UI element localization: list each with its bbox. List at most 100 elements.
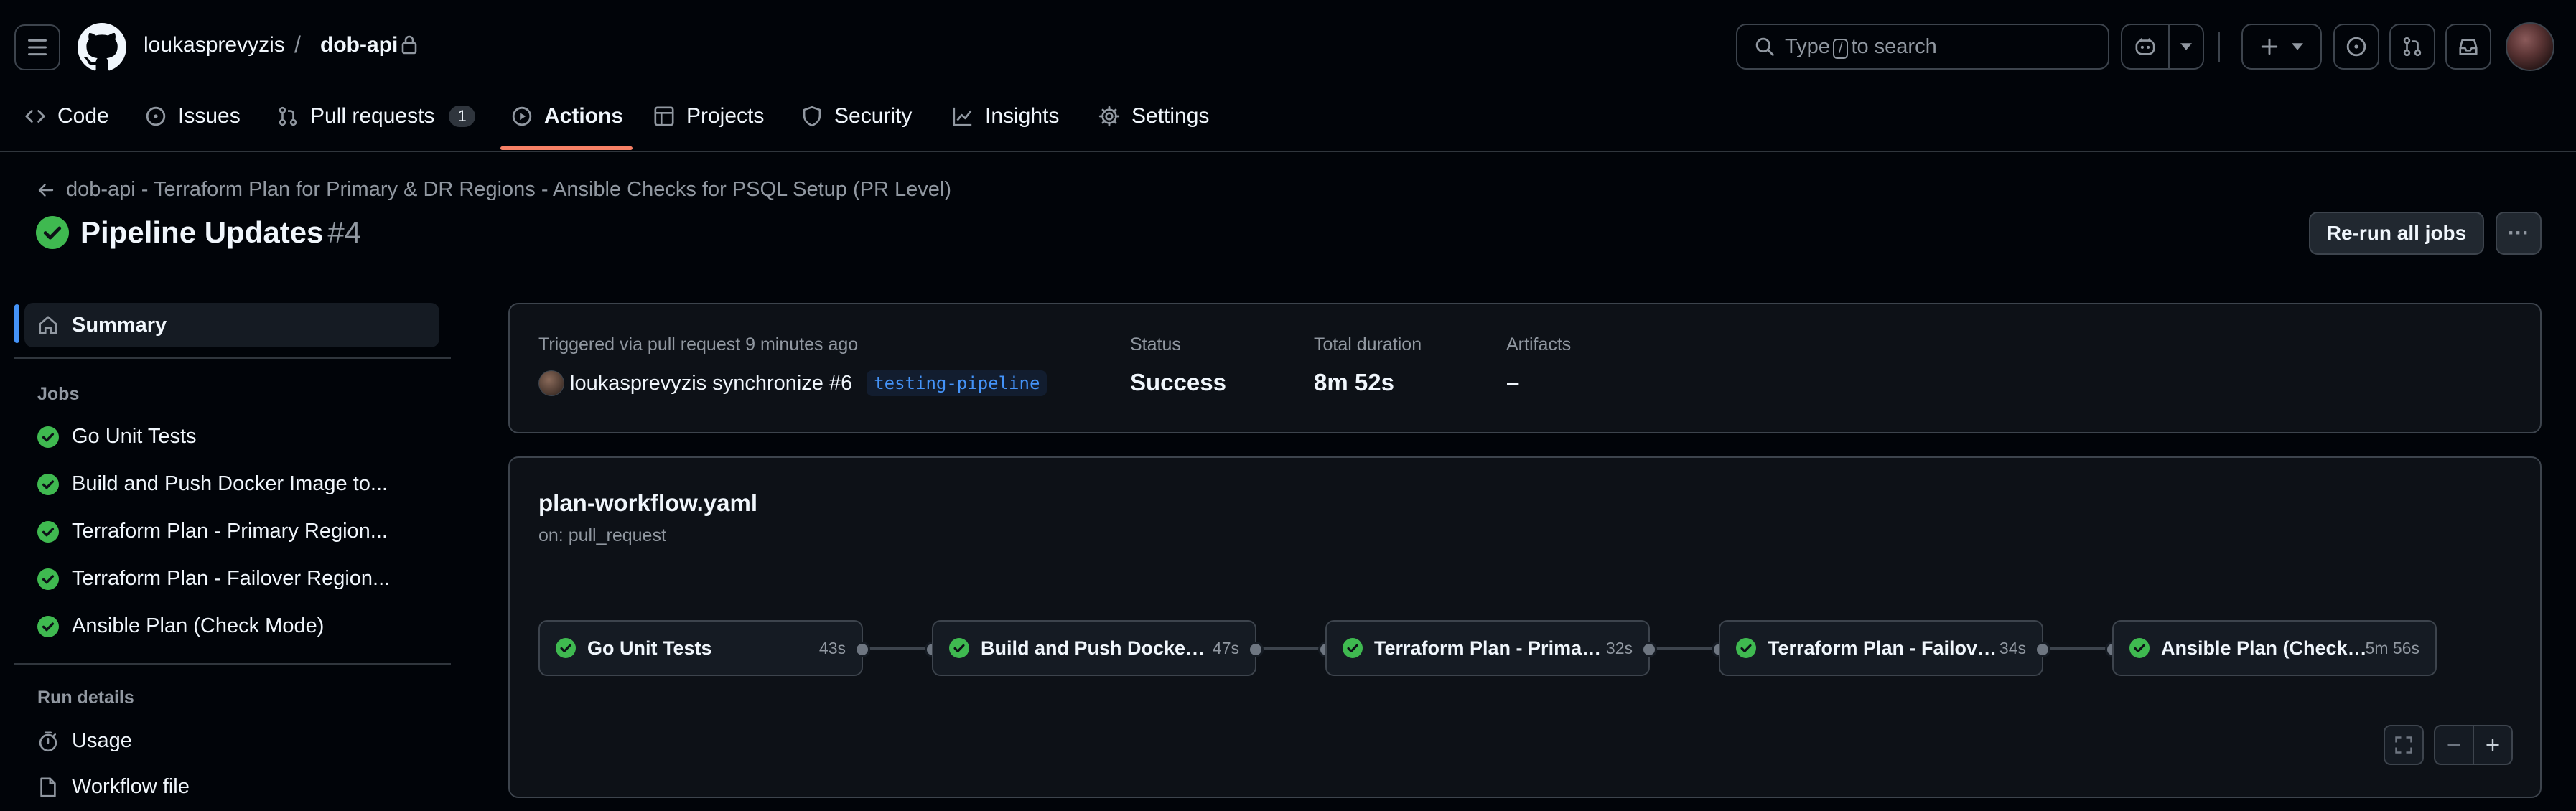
check-circle-icon [949, 638, 969, 658]
actor-link[interactable]: loukasprevyzis [570, 372, 706, 395]
copilot-dropdown[interactable] [2170, 43, 2203, 50]
search-icon [1755, 37, 1774, 56]
workflow-name: dob-api - Terraform Plan for Primary & D… [66, 178, 951, 201]
job-connector [2040, 647, 2111, 650]
check-circle-icon [37, 473, 59, 495]
sidebar-job-label: Terraform Plan - Failover Region... [72, 567, 391, 590]
copilot-button[interactable] [2121, 24, 2204, 70]
duration-label: Total duration [1314, 334, 1422, 355]
branch-tag[interactable]: testing-pipeline [867, 370, 1047, 396]
breadcrumb-repo[interactable]: dob-api [320, 33, 398, 57]
sidebar-item-label: Summary [72, 313, 167, 337]
create-new-button[interactable] [2241, 24, 2322, 70]
jobs-heading: Jobs [37, 384, 80, 404]
global-header: loukasprevyzis / dob-api Type / to search [0, 0, 2576, 152]
issue-icon [146, 106, 166, 126]
table-icon [654, 106, 674, 126]
sidebar-job-item[interactable]: Terraform Plan - Primary Region... [37, 520, 388, 543]
active-tab-indicator [500, 146, 633, 150]
job-node[interactable]: Terraform Plan - Failover ... 34s [1719, 620, 2043, 676]
inbox-icon [2459, 39, 2478, 55]
page-title: Pipeline Updates #4 [36, 215, 361, 250]
check-circle-icon [2129, 638, 2150, 658]
zoom-in-button[interactable] [2473, 725, 2513, 765]
status-label: Status [1130, 334, 1181, 355]
your-issues-button[interactable] [2333, 24, 2379, 70]
github-logo-icon[interactable] [78, 23, 126, 72]
tab-issues[interactable]: Issues [145, 95, 241, 138]
your-pull-requests-button[interactable] [2389, 24, 2435, 70]
tab-security-label: Security [834, 104, 913, 128]
sidebar-job-label: Ansible Plan (Check Mode) [72, 614, 325, 637]
back-to-workflow-link[interactable]: dob-api - Terraform Plan for Primary & D… [37, 178, 951, 202]
sidebar-item-label: Usage [72, 729, 132, 752]
avatar[interactable] [538, 370, 564, 396]
tab-issues-label: Issues [178, 104, 241, 128]
sidebar-divider [14, 663, 451, 665]
sidebar-item-workflow-file[interactable]: Workflow file [37, 775, 190, 799]
stopwatch-icon [39, 731, 57, 751]
job-node[interactable]: Terraform Plan - Primary ... 32s [1325, 620, 1650, 676]
minus-icon [2447, 744, 2460, 746]
run-summary-card: Triggered via pull request 9 minutes ago… [508, 303, 2542, 433]
search-input[interactable]: Type / to search [1736, 24, 2109, 70]
breadcrumb-owner[interactable]: loukasprevyzis [144, 33, 285, 57]
hamburger-menu-button[interactable] [14, 24, 60, 70]
header-divider [2218, 32, 2220, 62]
workflow-trigger: on: pull_request [538, 525, 666, 545]
zoom-out-button[interactable] [2434, 725, 2474, 765]
sidebar-item-usage[interactable]: Usage [37, 729, 132, 753]
tab-pull-requests[interactable]: Pull requests 1 [277, 95, 475, 138]
pr-link[interactable]: #6 [829, 372, 852, 395]
trigger-line: loukasprevyzis synchronize #6 testing-pi… [538, 370, 1047, 396]
job-node-name: Build and Push Docker Im... [981, 637, 1210, 659]
sidebar-job-item[interactable]: Ansible Plan (Check Mode) [37, 614, 324, 638]
job-node-duration: 32s [1605, 638, 1633, 657]
hamburger-icon [28, 39, 47, 56]
sidebar-job-item[interactable]: Terraform Plan - Failover Region... [37, 567, 390, 591]
job-node[interactable]: Go Unit Tests 43s [538, 620, 863, 676]
artifacts-value: – [1506, 369, 1520, 395]
fullscreen-button[interactable] [2384, 725, 2424, 765]
sidebar-job-item[interactable]: Build and Push Docker Image to... [37, 472, 388, 496]
tab-projects-label: Projects [686, 104, 765, 128]
job-node[interactable]: Build and Push Docker Im... 47s [932, 620, 1256, 676]
job-connector [1254, 647, 1324, 650]
pull-request-icon [279, 106, 297, 126]
tab-actions-label: Actions [544, 104, 624, 128]
chevron-down-icon [2180, 43, 2192, 50]
notifications-button[interactable] [2445, 24, 2491, 70]
sidebar-item-label: Workflow file [72, 775, 190, 798]
sidebar-item-summary[interactable]: Summary [24, 303, 439, 347]
tab-code[interactable]: Code [24, 95, 109, 138]
run-number: #4 [327, 215, 362, 249]
user-avatar[interactable] [2506, 22, 2554, 71]
sidebar-job-label: Terraform Plan - Primary Region... [72, 520, 388, 543]
tab-actions[interactable]: Actions [511, 95, 623, 138]
job-node-duration: 34s [1999, 638, 2026, 657]
job-connector [860, 647, 930, 650]
job-connector [1647, 647, 1717, 650]
code-icon [25, 110, 45, 123]
job-node-name: Ansible Plan (Check M... [2161, 637, 2369, 659]
tab-settings[interactable]: Settings [1098, 95, 1209, 138]
graph-icon [953, 107, 972, 126]
sidebar-job-label: Build and Push Docker Image to... [72, 472, 388, 495]
tab-insights[interactable]: Insights [952, 95, 1059, 138]
tab-security[interactable]: Security [801, 95, 912, 138]
job-port [854, 642, 870, 657]
more-options-button[interactable]: ··· [2496, 212, 2542, 255]
rerun-all-jobs-button[interactable]: Re-run all jobs [2309, 212, 2484, 255]
tab-settings-label: Settings [1131, 104, 1210, 128]
tab-insights-label: Insights [985, 104, 1060, 128]
tab-pull-requests-label: Pull requests [310, 104, 435, 128]
sidebar-active-indicator [14, 304, 19, 343]
search-shortcut-key: / [1832, 38, 1849, 59]
tab-projects[interactable]: Projects [653, 95, 764, 138]
run-title: Pipeline Updates [80, 215, 324, 249]
sidebar-job-item[interactable]: Go Unit Tests [37, 425, 197, 449]
job-node[interactable]: Ansible Plan (Check M... 5m 56s [2112, 620, 2437, 676]
play-icon [512, 106, 532, 126]
duration-value: 8m 52s [1314, 369, 1394, 395]
copilot-icon [2135, 38, 2155, 55]
